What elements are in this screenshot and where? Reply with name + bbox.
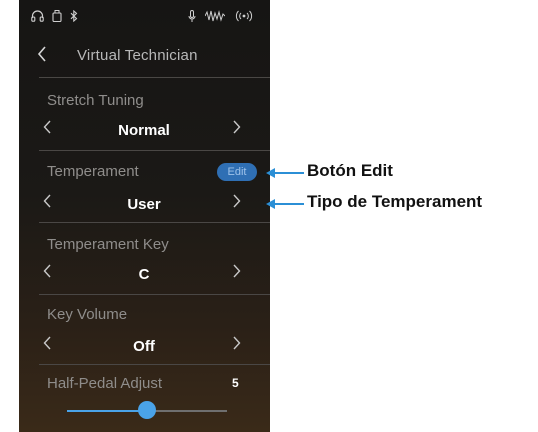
chevron-right-icon <box>233 264 241 278</box>
temperament-key-next-button[interactable] <box>233 264 241 283</box>
divider <box>39 150 270 151</box>
waveform-icon <box>204 10 226 25</box>
temperament-key-label: Temperament Key <box>47 236 169 253</box>
stretch-tuning-label: Stretch Tuning <box>47 92 144 109</box>
usb-icon <box>52 10 62 25</box>
divider <box>39 294 270 295</box>
callout-edit-line <box>274 172 304 174</box>
half-pedal-slider-thumb[interactable] <box>138 401 156 419</box>
temperament-prev-button[interactable] <box>43 194 51 213</box>
temperament-edit-button[interactable]: Edit <box>217 163 257 181</box>
temperament-key-value: C <box>138 266 150 283</box>
divider <box>39 364 270 365</box>
callout-temperament-arrow <box>266 199 275 209</box>
chevron-left-icon <box>43 336 51 350</box>
phone-screen: Virtual Technician Stretch Tuning Normal… <box>19 0 270 432</box>
chevron-left-icon <box>43 120 51 134</box>
key-volume-prev-button[interactable] <box>43 336 51 355</box>
callout-temperament-line <box>274 203 304 205</box>
back-button[interactable] <box>37 46 47 67</box>
stretch-tuning-value: Normal <box>118 122 170 139</box>
page-title: Virtual Technician <box>77 47 198 64</box>
divider <box>39 77 270 78</box>
callout-edit-arrow <box>266 168 275 178</box>
status-bar <box>19 0 270 40</box>
bluetooth-icon <box>70 9 78 25</box>
callout-edit-label: Botón Edit <box>307 161 393 180</box>
half-pedal-adjust-value: 5 <box>232 376 239 390</box>
header: Virtual Technician <box>19 40 270 76</box>
divider <box>39 222 270 223</box>
callout-temperament-label: Tipo de Temperament <box>307 192 483 211</box>
microphone-icon <box>188 10 196 26</box>
chevron-left-icon <box>37 46 46 62</box>
chevron-left-icon <box>43 194 51 208</box>
chevron-left-icon <box>43 264 51 278</box>
key-volume-label: Key Volume <box>47 306 128 323</box>
half-pedal-slider-fill <box>67 410 147 412</box>
chevron-right-icon <box>233 120 241 134</box>
chevron-right-icon <box>233 194 241 208</box>
temperament-next-button[interactable] <box>233 194 241 213</box>
stretch-tuning-prev-button[interactable] <box>43 120 51 139</box>
stretch-tuning-next-button[interactable] <box>233 120 241 139</box>
temperament-key-prev-button[interactable] <box>43 264 51 283</box>
wireless-icon <box>235 10 253 25</box>
temperament-value: User <box>127 196 161 213</box>
temperament-label: Temperament <box>47 163 139 180</box>
chevron-right-icon <box>233 336 241 350</box>
key-volume-value: Off <box>133 338 155 355</box>
half-pedal-adjust-label: Half-Pedal Adjust <box>47 375 163 392</box>
headphones-icon <box>31 10 44 25</box>
key-volume-next-button[interactable] <box>233 336 241 355</box>
